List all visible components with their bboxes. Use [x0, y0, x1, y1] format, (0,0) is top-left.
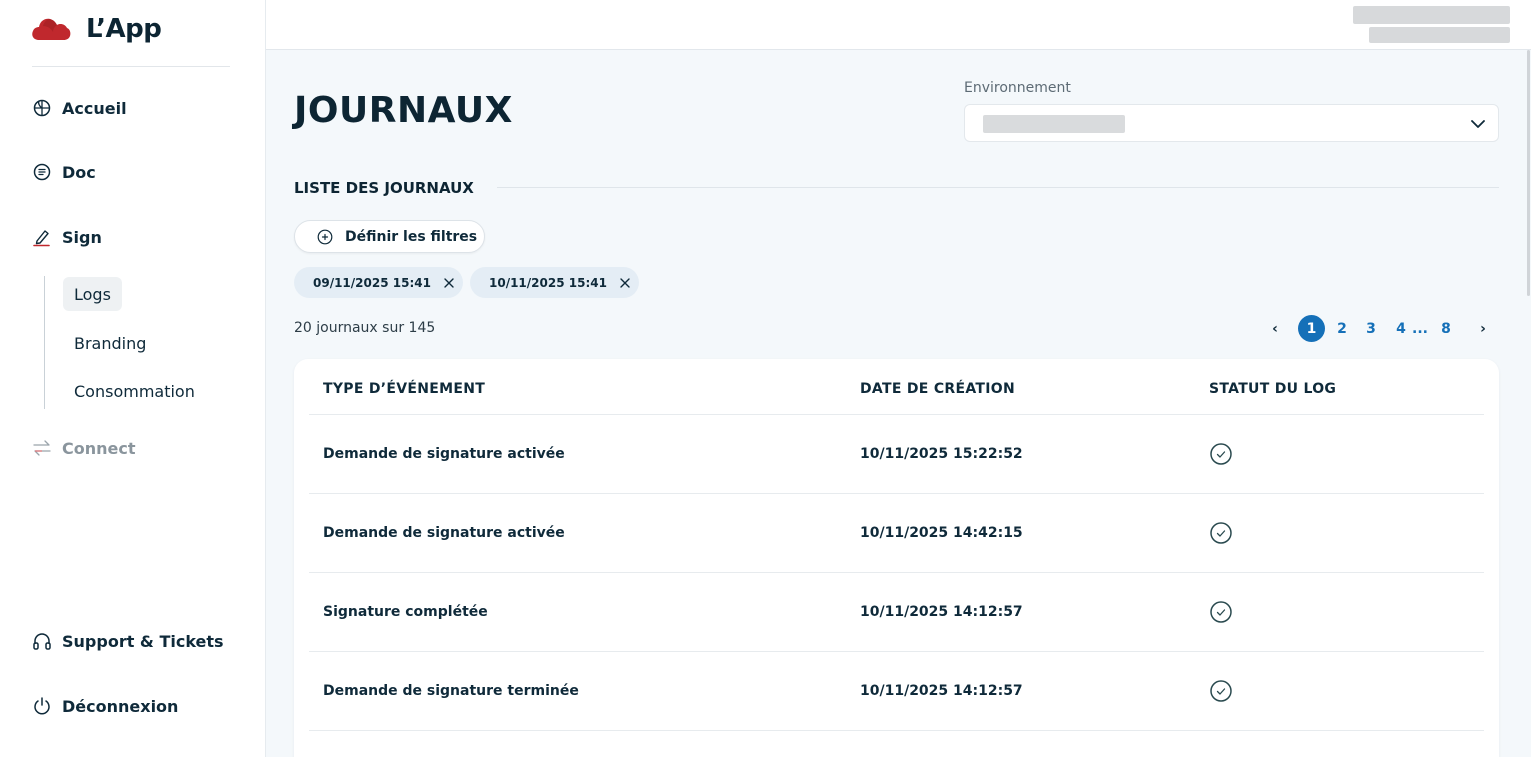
section-divider	[497, 187, 1499, 188]
nav-item-accueil[interactable]: Accueil	[32, 98, 127, 118]
scrollbar-thumb[interactable]	[1527, 50, 1530, 296]
cell-created-date: 10/11/2025 14:42:15	[860, 525, 1023, 541]
check-circle-icon	[1210, 680, 1232, 702]
cloud-logo-icon	[32, 18, 71, 40]
check-circle-icon	[1210, 522, 1232, 544]
cell-created-date: 10/11/2025 15:22:52	[860, 446, 1023, 462]
pagination-ellipsis: ...	[1412, 321, 1428, 337]
pagination: ‹ 1 2 3 4 ... 8 ›	[1265, 315, 1499, 343]
sidebar-item-logs[interactable]: Logs	[63, 277, 122, 311]
nav-label-accueil: Accueil	[62, 98, 127, 118]
check-circle-icon	[1210, 601, 1232, 623]
nav-label-logout: Déconnexion	[62, 696, 179, 716]
column-header-status: STATUT DU LOG	[1209, 381, 1337, 397]
filter-chip-end-date: 10/11/2025 15:41	[470, 267, 639, 298]
submenu-guide-line	[44, 276, 45, 409]
sidebar: L’App Accueil Doc Sign Logs Branding Con…	[0, 0, 266, 757]
section-title: LISTE DES JOURNAUX	[294, 179, 474, 197]
plus-circle-icon	[317, 229, 333, 244]
table-divider	[309, 730, 1484, 731]
pagination-page[interactable]: 2	[1333, 315, 1351, 343]
define-filters-label: Définir les filtres	[345, 228, 478, 245]
nav-label-sign: Sign	[62, 227, 102, 247]
cell-event-type: Demande de signature activée	[323, 525, 565, 541]
brand-divider	[32, 66, 230, 67]
brand[interactable]: L’App	[31, 14, 162, 44]
nav-label-connect: Connect	[62, 438, 136, 458]
results-count: 20 journaux sur 145	[294, 320, 436, 336]
environment-select[interactable]	[964, 104, 1499, 142]
top-bar	[266, 0, 1531, 50]
nav-item-sign[interactable]: Sign	[32, 227, 102, 247]
user-name-redacted[interactable]	[1353, 6, 1510, 24]
close-icon[interactable]	[443, 277, 455, 289]
nav-label-doc: Doc	[62, 162, 96, 182]
sidebar-item-branding[interactable]: Branding	[63, 326, 157, 360]
environment-value-redacted	[983, 115, 1125, 133]
column-header-type: TYPE D’ÉVÉNEMENT	[323, 381, 486, 397]
pagination-prev-button[interactable]: ‹	[1267, 315, 1283, 343]
environment-label: Environnement	[964, 80, 1071, 96]
user-org-redacted	[1369, 27, 1510, 43]
table-row[interactable]: Demande de signature activée 10/11/2025 …	[294, 415, 1499, 494]
page-title: JOURNAUX	[294, 90, 513, 131]
cell-created-date: 10/11/2025 14:12:57	[860, 604, 1023, 620]
brand-name: L’App	[86, 14, 162, 44]
check-circle-icon	[1210, 443, 1232, 465]
nav-item-logout[interactable]: Déconnexion	[32, 696, 178, 716]
sidebar-item-consommation[interactable]: Consommation	[63, 374, 206, 408]
table-row[interactable]: Demande de signature activée 10/11/2025 …	[294, 494, 1499, 573]
logs-table: TYPE D’ÉVÉNEMENT DATE DE CRÉATION STATUT…	[294, 359, 1499, 757]
pen-icon	[32, 227, 52, 247]
table-row[interactable]: Signature complétée 10/11/2025 14:12:57	[294, 573, 1499, 652]
cell-event-type: Demande de signature activée	[323, 446, 565, 462]
pagination-page-current[interactable]: 1	[1298, 315, 1325, 342]
filter-chip-start-date: 09/11/2025 15:41	[294, 267, 463, 298]
headset-icon	[32, 631, 52, 651]
cell-event-type: Signature complétée	[323, 604, 488, 620]
chevron-down-icon	[1471, 120, 1485, 128]
globe-icon	[32, 98, 52, 118]
chip-label: 10/11/2025 15:41	[489, 275, 607, 290]
column-header-date: DATE DE CRÉATION	[860, 381, 1015, 397]
nav-item-support[interactable]: Support & Tickets	[32, 631, 224, 651]
nav-label-support: Support & Tickets	[62, 631, 224, 651]
pagination-next-button[interactable]: ›	[1475, 315, 1491, 343]
pagination-page-last[interactable]: 8	[1437, 315, 1455, 343]
cell-created-date: 10/11/2025 14:12:57	[860, 683, 1023, 699]
pagination-page[interactable]: 3	[1362, 315, 1380, 343]
table-row[interactable]: Demande de signature terminée 10/11/2025…	[294, 652, 1499, 731]
power-icon	[32, 696, 52, 716]
pagination-page[interactable]: 4	[1392, 315, 1410, 343]
close-icon[interactable]	[619, 277, 631, 289]
nav-item-connect[interactable]: Connect	[32, 438, 136, 458]
cell-event-type: Demande de signature terminée	[323, 683, 579, 699]
nav-item-doc[interactable]: Doc	[32, 162, 96, 182]
swap-arrows-icon	[32, 438, 52, 458]
chip-label: 09/11/2025 15:41	[313, 275, 431, 290]
document-icon	[32, 162, 52, 182]
define-filters-button[interactable]: Définir les filtres	[294, 220, 485, 253]
